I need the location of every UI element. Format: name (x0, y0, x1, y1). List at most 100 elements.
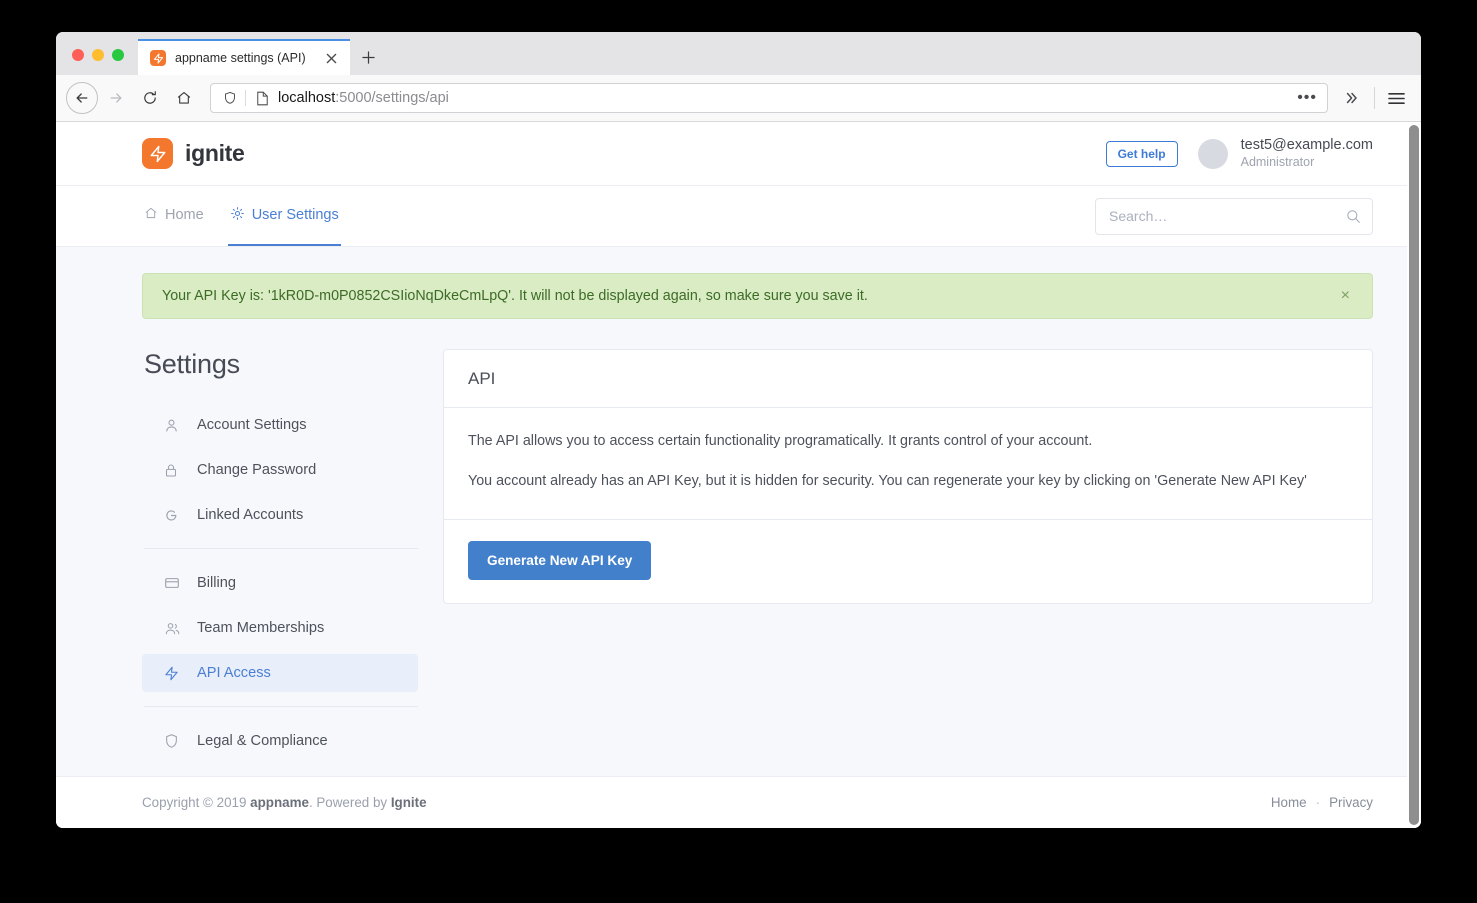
nav-tab-user-settings-label: User Settings (251, 207, 339, 223)
tab-close-icon[interactable] (323, 50, 340, 67)
url-divider (245, 90, 246, 106)
search-input[interactable] (1109, 208, 1346, 224)
back-button[interactable] (66, 82, 98, 114)
api-card: API The API allows you to access certain… (443, 349, 1373, 604)
user-menu[interactable]: test5@example.com Administrator (1197, 136, 1373, 171)
nav-tab-home[interactable]: Home (142, 186, 206, 246)
api-card-footer: Generate New API Key (444, 518, 1372, 603)
browser-tab-title: appname settings (API) (175, 51, 306, 65)
vertical-scrollbar[interactable] (1407, 122, 1421, 828)
nav-tabs: Home User Settings (142, 186, 341, 246)
sidebar-item-billing[interactable]: Billing (142, 564, 418, 602)
overflow-chevron-icon[interactable] (1338, 83, 1366, 113)
main-content: API The API allows you to access certain… (443, 349, 1373, 604)
sidebar-item-label: API Access (197, 665, 271, 681)
api-card-title: API (468, 368, 496, 388)
settings-menu-group-2: Billing Team Memberships API Access (142, 564, 418, 692)
api-card-header: API (444, 350, 1372, 408)
generate-new-api-key-button[interactable]: Generate New API Key (468, 540, 652, 580)
url-path: :5000/settings/api (335, 90, 449, 106)
hamburger-menu-icon[interactable] (1383, 83, 1409, 113)
search-icon[interactable] (1346, 209, 1361, 224)
sidebar-item-change-password[interactable]: Change Password (142, 451, 418, 489)
person-icon (164, 418, 181, 433)
search-box[interactable] (1095, 197, 1373, 235)
people-icon (164, 621, 181, 636)
window-traffic-lights (56, 49, 138, 75)
alert-message: Your API Key is: '1kR0D-m0P0852CSIioNqDk… (162, 288, 868, 304)
sidebar-item-label: Linked Accounts (197, 507, 304, 523)
search-wrap (1095, 197, 1373, 235)
page-actions-icon[interactable]: ••• (1297, 90, 1319, 106)
footer-app-name: appname (250, 795, 309, 810)
footer-copyright-prefix: Copyright © 2019 (142, 795, 251, 810)
sidebar-item-label: Change Password (197, 462, 317, 478)
close-window-button[interactable] (72, 49, 84, 61)
minimize-window-button[interactable] (92, 49, 104, 61)
sidebar-divider (144, 706, 418, 707)
sidebar-item-legal-compliance[interactable]: Legal & Compliance (142, 722, 418, 760)
api-card-body: The API allows you to access certain fun… (444, 408, 1372, 519)
sidebar-item-label: Billing (197, 575, 236, 591)
api-description-2: You account already has an API Key, but … (468, 473, 1307, 490)
browser-tab-strip: appname settings (API) (56, 32, 1421, 75)
footer-links: Home · Privacy (1271, 795, 1373, 810)
settings-menu-group-1: Account Settings Change Password Linked … (142, 406, 418, 534)
sidebar-item-team-memberships[interactable]: Team Memberships (142, 609, 418, 647)
sidebar-item-label: Team Memberships (197, 620, 325, 636)
url-host: localhost (278, 90, 336, 106)
toolbar-divider (1374, 87, 1375, 109)
home-button[interactable] (168, 82, 200, 114)
brand[interactable]: ignite (142, 138, 245, 169)
app-footer: Copyright © 2019 appname. Powered by Ign… (56, 776, 1407, 828)
bolt-icon (164, 666, 181, 681)
reload-button[interactable] (134, 82, 166, 114)
ignite-bolt-icon (142, 138, 173, 169)
new-tab-button[interactable] (352, 39, 384, 75)
home-icon (144, 206, 158, 224)
scrollbar-thumb[interactable] (1409, 125, 1419, 825)
footer-separator: · (1315, 795, 1321, 810)
nav-tab-home-label: Home (165, 207, 204, 223)
sidebar-item-label: Account Settings (197, 417, 307, 433)
page-icon (253, 91, 271, 106)
user-email: test5@example.com (1240, 137, 1373, 153)
close-icon[interactable]: × (1337, 284, 1354, 308)
sidebar-item-label: Legal & Compliance (197, 733, 328, 749)
footer-engine: Ignite (390, 795, 427, 810)
avatar (1197, 138, 1228, 169)
credit-card-icon (164, 576, 181, 590)
footer-link-home[interactable]: Home (1271, 795, 1307, 810)
lock-icon (164, 463, 181, 478)
url-bar[interactable]: localhost:5000/settings/api ••• (210, 83, 1328, 113)
shield-icon (164, 733, 181, 749)
user-role: Administrator (1240, 155, 1315, 170)
maximize-window-button[interactable] (112, 49, 124, 61)
page-viewport: ignite Get help test5@example.com Admini… (56, 122, 1421, 828)
browser-window: appname settings (API) localhost:5000/se… (56, 32, 1421, 828)
brand-name: ignite (185, 140, 245, 166)
sidebar-item-api-access[interactable]: API Access (142, 654, 418, 692)
nav-tab-user-settings[interactable]: User Settings (227, 186, 341, 246)
forward-button (100, 82, 132, 114)
settings-sidebar: Settings Account Settings Change Passwor… (142, 349, 418, 776)
content-columns: Settings Account Settings Change Passwor… (142, 349, 1373, 776)
sidebar-item-account-settings[interactable]: Account Settings (142, 406, 418, 444)
get-help-button[interactable]: Get help (1105, 140, 1178, 167)
gear-icon (230, 206, 245, 225)
page-body: Your API Key is: '1kR0D-m0P0852CSIioNqDk… (56, 247, 1407, 776)
footer-powered-by: . Powered by (308, 795, 391, 810)
sidebar-divider (144, 548, 418, 549)
footer-copyright: Copyright © 2019 appname. Powered by Ign… (142, 795, 427, 810)
google-g-icon (164, 508, 181, 523)
ignite-bolt-icon (150, 50, 166, 66)
browser-tab[interactable]: appname settings (API) (138, 39, 350, 75)
footer-link-privacy[interactable]: Privacy (1329, 795, 1373, 810)
web-page: ignite Get help test5@example.com Admini… (56, 122, 1407, 828)
shield-icon[interactable] (220, 91, 240, 105)
page-title: Settings (144, 349, 240, 379)
api-key-alert: Your API Key is: '1kR0D-m0P0852CSIioNqDk… (142, 273, 1373, 319)
sidebar-item-linked-accounts[interactable]: Linked Accounts (142, 496, 418, 534)
nav-row-spacer (341, 186, 1095, 246)
browser-nav-bar: localhost:5000/settings/api ••• (56, 75, 1421, 122)
